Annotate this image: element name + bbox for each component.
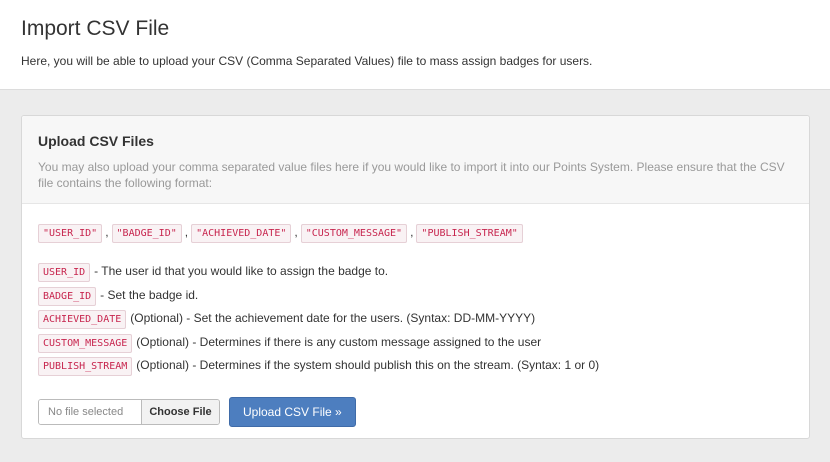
format-code-user-id: "USER_ID": [38, 224, 103, 243]
field-descriptions: USER_ID - The user id that you would like…: [38, 260, 793, 378]
field-text: (Optional) - Determines if the system sh…: [136, 358, 600, 372]
choose-file-button[interactable]: Choose File: [141, 399, 219, 424]
field-code: BADGE_ID: [38, 286, 97, 306]
format-separator: ,: [105, 225, 109, 239]
format-separator: ,: [294, 225, 298, 239]
page-header: Import CSV File Here, you will be able t…: [0, 0, 830, 90]
format-code-publish-stream: "PUBLISH_STREAM": [416, 224, 523, 243]
field-code: USER_ID: [38, 263, 91, 282]
format-code-achieved-date: "ACHIEVED_DATE": [191, 224, 292, 243]
csv-format-line: "USER_ID", "BADGE_ID", "ACHIEVED_DATE", "CU…: [38, 222, 793, 243]
format-code-badge-id: "BADGE_ID": [111, 224, 182, 243]
field-text: - Set the badge id.: [100, 287, 199, 302]
file-status: No file selected: [39, 399, 141, 424]
field-code: ACHIEVED_DATE: [38, 310, 127, 329]
field-text: (Optional) - Set the achievement date fo…: [130, 311, 536, 325]
field-code: PUBLISH_STREAM: [38, 357, 133, 376]
format-separator: ,: [184, 225, 189, 239]
format-code-custom-message: "CUSTOM_MESSAGE": [300, 224, 408, 243]
panel-header: Upload CSV Files You may also upload you…: [22, 116, 809, 204]
upload-panel: Upload CSV Files You may also upload you…: [21, 115, 810, 439]
field-code: CUSTOM_MESSAGE: [38, 333, 133, 353]
panel-body: "USER_ID", "BADGE_ID", "ACHIEVED_DATE", "CU…: [22, 204, 809, 427]
file-input[interactable]: No file selected Choose File: [38, 398, 220, 425]
field-row-badge-id: BADGE_ID - Set the badge id.: [38, 284, 793, 308]
field-text: (Optional) - Determines if there is any …: [136, 334, 542, 349]
field-row-achieved-date: ACHIEVED_DATE (Optional) - Set the achiev…: [38, 307, 793, 331]
field-text: - The user id that you would like to ass…: [94, 264, 389, 278]
upload-actions: No file selected Choose File Upload CSV …: [38, 396, 793, 427]
upload-csv-button[interactable]: Upload CSV File »: [229, 396, 356, 427]
format-separator: ,: [410, 225, 414, 239]
field-row-custom-message: CUSTOM_MESSAGE (Optional) - Determines if…: [38, 331, 793, 355]
panel-description: You may also upload your comma separated…: [38, 160, 785, 190]
page-description: Here, you will be able to upload your CS…: [21, 54, 593, 68]
field-row-user-id: USER_ID - The user id that you would like…: [38, 260, 793, 284]
page-title: Import CSV File: [21, 17, 170, 40]
panel-title: Upload CSV Files: [38, 133, 154, 149]
field-row-publish-stream: PUBLISH_STREAM (Optional) - Determines if…: [38, 354, 793, 378]
